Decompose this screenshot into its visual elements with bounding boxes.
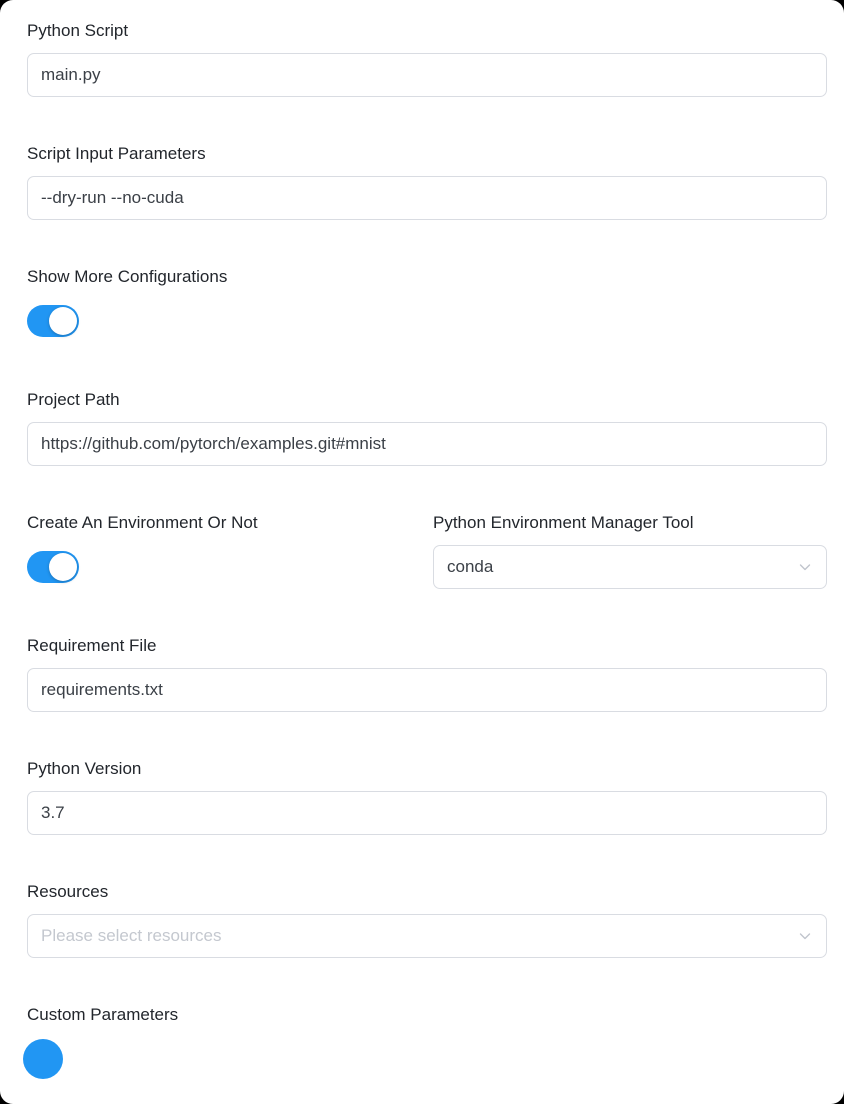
- chevron-down-icon: [797, 928, 813, 944]
- field-resources: Resources Please select resources: [27, 882, 827, 958]
- resources-select[interactable]: Please select resources: [27, 914, 827, 958]
- requirement-file-input[interactable]: [27, 668, 827, 712]
- create-environment-control-row: [27, 545, 433, 589]
- requirement-file-label: Requirement File: [27, 636, 827, 656]
- custom-parameters-label: Custom Parameters: [27, 1005, 827, 1025]
- python-version-input[interactable]: [27, 791, 827, 835]
- add-custom-parameter-button[interactable]: [23, 1039, 63, 1079]
- env-manager-tool-selected-value: conda: [447, 557, 493, 577]
- resources-label: Resources: [27, 882, 827, 902]
- field-custom-parameters: Custom Parameters: [27, 1005, 827, 1081]
- python-script-input[interactable]: [27, 53, 827, 97]
- python-version-label: Python Version: [27, 759, 827, 779]
- job-configuration-form: Python Script Script Input Parameters Sh…: [0, 0, 844, 1104]
- field-create-environment: Create An Environment Or Not: [27, 513, 433, 589]
- env-manager-tool-select[interactable]: conda: [433, 545, 827, 589]
- project-path-input[interactable]: [27, 422, 827, 466]
- create-environment-label: Create An Environment Or Not: [27, 513, 433, 533]
- field-show-more-configurations: Show More Configurations: [27, 267, 827, 343]
- project-path-label: Project Path: [27, 390, 827, 410]
- show-more-configurations-label: Show More Configurations: [27, 267, 827, 287]
- script-input-parameters-input[interactable]: [27, 176, 827, 220]
- field-script-input-parameters: Script Input Parameters: [27, 144, 827, 220]
- custom-parameters-control-row: [27, 1037, 827, 1081]
- field-project-path: Project Path: [27, 390, 827, 466]
- switch-knob: [49, 307, 77, 335]
- python-script-label: Python Script: [27, 21, 827, 41]
- show-more-configurations-control-row: [27, 299, 827, 343]
- chevron-down-icon: [797, 559, 813, 575]
- field-requirement-file: Requirement File: [27, 636, 827, 712]
- field-python-version: Python Version: [27, 759, 827, 835]
- script-input-parameters-label: Script Input Parameters: [27, 144, 827, 164]
- env-manager-tool-label: Python Environment Manager Tool: [433, 513, 827, 533]
- field-python-script: Python Script: [27, 21, 827, 97]
- switch-knob: [49, 553, 77, 581]
- show-more-configurations-toggle[interactable]: [27, 305, 79, 337]
- create-environment-toggle[interactable]: [27, 551, 79, 583]
- field-environment-row: Create An Environment Or Not Python Envi…: [27, 513, 827, 589]
- field-env-manager-tool: Python Environment Manager Tool conda: [433, 513, 827, 589]
- resources-placeholder: Please select resources: [41, 926, 221, 946]
